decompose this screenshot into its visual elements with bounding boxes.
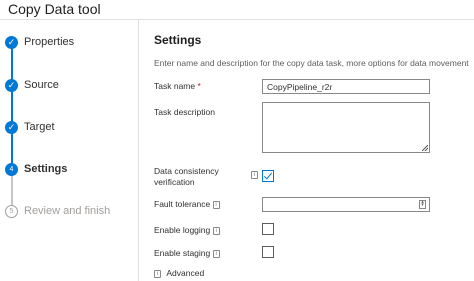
task-description-label: Task description [154, 107, 215, 117]
enable-logging-checkbox[interactable] [262, 223, 274, 235]
step-label: Source [24, 79, 59, 91]
window-title: Copy Data tool [8, 1, 101, 17]
check-icon: ✓ [5, 78, 18, 92]
section-description: Enter name and description for the copy … [154, 58, 469, 68]
task-name-label-text: Task name [154, 81, 196, 91]
advanced-label: Advanced [166, 268, 205, 278]
info-icon[interactable]: i [212, 200, 220, 209]
enable-staging-label-text: Enable staging [154, 248, 211, 258]
step-number-icon: 4 [5, 162, 18, 176]
check-icon: ✓ [5, 35, 18, 49]
wizard-steps: ✓ Properties ✓ Source ✓ Target 4 Setting… [0, 20, 139, 281]
spin-icon[interactable]: ▴ ▾ [419, 200, 426, 209]
advanced-toggle[interactable]: i Advanced [154, 268, 204, 279]
data-consistency-label-line1: Data consistency [154, 166, 219, 176]
info-icon[interactable]: i [212, 226, 220, 235]
enable-staging-checkbox[interactable] [262, 246, 274, 258]
settings-panel: Settings Enter name and description for … [154, 20, 474, 281]
info-icon[interactable]: i [212, 249, 220, 258]
fault-tolerance-dropdown[interactable]: ▴ ▾ [262, 197, 430, 212]
step-label: Target [24, 121, 55, 133]
enable-staging-label: Enable staging i [154, 248, 220, 259]
step-target[interactable]: ✓ Target [5, 119, 55, 135]
resize-handle-icon[interactable] [422, 145, 428, 151]
check-icon: ✓ [5, 120, 18, 134]
enable-logging-label-text: Enable logging [154, 225, 211, 235]
step-number-icon: 5 [5, 204, 18, 218]
title-bar: Copy Data tool [0, 0, 474, 20]
step-label: Settings [24, 163, 68, 175]
info-icon[interactable]: i [251, 171, 258, 179]
step-label: Review and finish [24, 205, 111, 217]
task-name-label: Task name * [154, 81, 201, 92]
fault-tolerance-label-text: Fault tolerance [154, 199, 211, 209]
fault-tolerance-label: Fault tolerance i [154, 199, 220, 210]
step-source[interactable]: ✓ Source [5, 77, 59, 93]
step-properties[interactable]: ✓ Properties [5, 34, 74, 50]
step-review-and-finish: 5 Review and finish [5, 203, 110, 219]
required-marker: * [197, 81, 201, 91]
task-name-input[interactable] [262, 79, 430, 94]
section-title: Settings [154, 33, 202, 47]
task-description-textarea[interactable] [262, 102, 430, 153]
data-consistency-label: Data consistency verification [154, 166, 219, 188]
data-consistency-label-line2: verification [154, 177, 195, 187]
enable-logging-label: Enable logging i [154, 225, 220, 236]
step-label: Properties [24, 36, 75, 48]
data-consistency-checkbox[interactable] [262, 170, 274, 182]
step-settings[interactable]: 4 Settings [5, 161, 67, 177]
expand-icon: i [154, 269, 161, 278]
